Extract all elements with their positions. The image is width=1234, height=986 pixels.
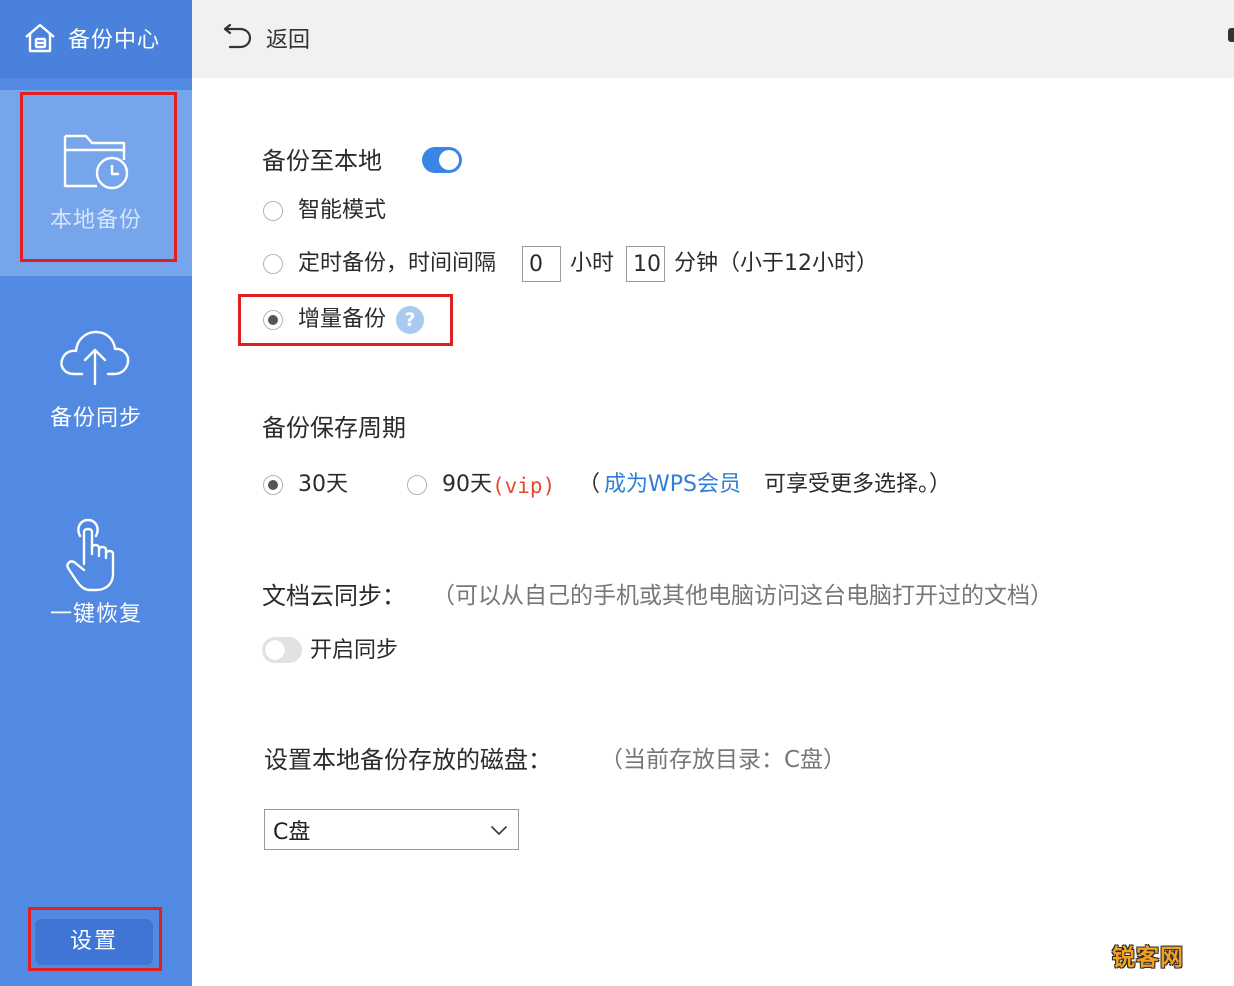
sidebar-item-label: 一键恢复 [49,602,142,627]
sidebar-item-label: 备份同步 [49,406,142,431]
retention-open-paren: （ [578,472,601,497]
settings-button[interactable]: 设置 [34,918,154,966]
hours-unit-label: 小时 [570,251,615,276]
disk-current-location: （当前存放目录：C盘） [600,747,847,773]
back-label: 返回 [266,28,311,53]
sidebar-item-backup-sync[interactable]: 备份同步 [0,320,192,440]
minutes-unit-label: 分钟（小于12小时） [674,251,878,276]
chevron-down-icon [490,822,508,841]
sidebar-item-label: 本地备份 [49,208,142,233]
disk-select[interactable]: C盘 [264,809,519,850]
disk-title: 设置本地备份存放的磁盘： [264,746,552,774]
help-question-icon[interactable]: ? [396,306,424,334]
hours-input[interactable] [522,246,561,282]
cloud-sync-title: 文档云同步： [262,582,406,610]
become-wps-member-link[interactable]: 成为WPS会员 [604,470,741,500]
incremental-backup-radio[interactable] [263,310,283,330]
timed-backup-radio[interactable] [263,254,283,274]
disk-select-value: C盘 [273,820,311,845]
folder-clock-icon [0,130,192,194]
retention-90-label: 90天 [442,472,492,497]
sidebar-item-one-click-restore[interactable]: 一键恢复 [0,510,192,630]
sidebar-item-local-backup[interactable]: 本地备份 [0,90,192,276]
retention-suffix: 可享受更多选择。） [764,472,952,497]
retention-30-label: 30天 [298,472,348,497]
toggle-knob [439,150,459,170]
local-backup-title: 备份至本地 [262,147,382,175]
sidebar-header: 备份中心 [0,0,192,78]
sidebar: 备份中心 本地备份 备份同步 一键恢复 设置 [0,0,192,986]
minutes-input[interactable] [626,246,665,282]
cloud-upload-icon [0,324,192,392]
window-edge-control [1228,28,1234,42]
retention-title: 备份保存周期 [262,414,406,442]
smart-mode-label: 智能模式 [298,198,387,223]
hand-pointer-icon [0,514,192,598]
local-backup-toggle[interactable] [422,147,462,173]
incremental-backup-label: 增量备份 [298,307,387,332]
retention-30-radio[interactable] [263,475,283,495]
cloud-sync-toggle[interactable] [262,637,302,663]
app-title: 备份中心 [68,28,161,53]
toggle-knob [265,640,285,660]
home-icon [22,20,58,60]
watermark-logo: 锐客网 [1112,945,1184,971]
back-arrow-icon [222,23,252,54]
top-bar: 返回 [192,0,1234,78]
smart-mode-radio[interactable] [263,201,283,221]
timed-backup-label: 定时备份，时间间隔 [298,251,497,276]
cloud-sync-description: （可以从自己的手机或其他电脑访问这台电脑打开过的文档） [432,583,1053,609]
vip-tag: (vip) [492,474,556,498]
retention-90-radio[interactable] [407,475,427,495]
cloud-sync-toggle-label: 开启同步 [310,638,399,663]
